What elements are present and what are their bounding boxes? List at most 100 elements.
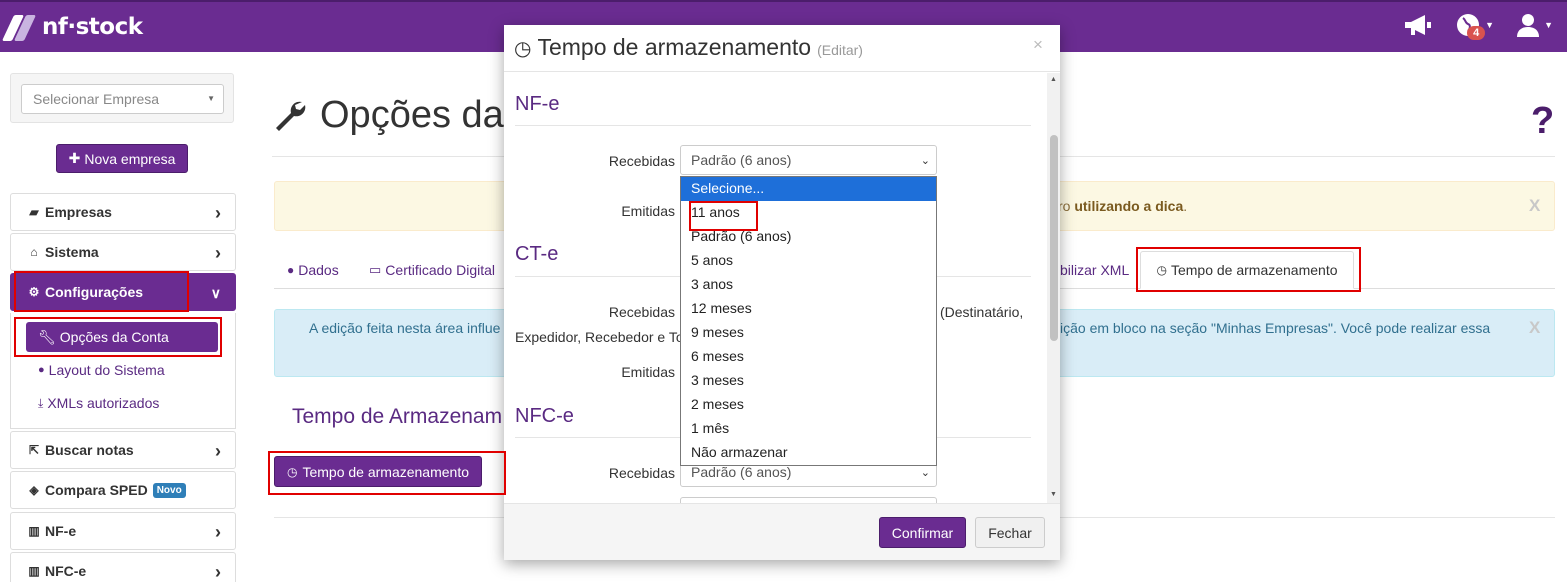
sidebar-item-buscar-notas[interactable]: ⇱ Buscar notas › [10, 431, 236, 469]
select-caret-icon: ▼ [207, 94, 215, 103]
tab-dados[interactable]: ● Dados [287, 262, 339, 278]
sidebar-item-label: Sistema [45, 244, 99, 260]
close-button[interactable]: Fechar [975, 517, 1045, 548]
chevron-down-icon: ⌄ [920, 155, 930, 167]
dropdown-option[interactable]: Selecione... [681, 177, 936, 201]
chevron-right-icon: › [215, 243, 221, 263]
chevron-down-icon: ▼ [1485, 20, 1495, 30]
nfe-recebidas-select[interactable]: Padrão (6 anos) ⌄ [680, 145, 937, 175]
section-nfe-title: NF-e [515, 93, 560, 115]
clock-icon: ◷ [286, 464, 298, 479]
submenu-item-xmls-autorizados[interactable]: ⤓ XMLs autorizados [38, 395, 159, 411]
sidebar-item-label: Configurações [45, 284, 144, 300]
nfstock-logo[interactable]: nf·stock [1, 10, 143, 44]
tab-disponibilizar-xml[interactable]: bilizar XML [1060, 262, 1129, 278]
nfe-emitidas-label: Emitidas [621, 203, 675, 219]
sidebar-item-configuracoes[interactable]: ⚙ Configurações ∨ [10, 273, 236, 311]
cte-recebidas-label: Recebidas [608, 304, 675, 320]
barcode-icon: ▥ [28, 524, 40, 538]
modal-header: ◷ Tempo de armazenamento (Editar) × [504, 25, 1060, 72]
sidebar-item-label: NF-e [45, 523, 77, 539]
tab-tempo-de-armazenamento[interactable]: ◷ Tempo de armazenamento [1140, 251, 1354, 289]
info-alert-text-right: ição em bloco na seção "Minhas Empresas"… [1060, 320, 1491, 336]
dropdown-option[interactable]: 3 anos [681, 273, 936, 297]
dropdown-option[interactable]: 11 anos [681, 201, 936, 225]
chevron-down-icon: ⌄ [920, 467, 930, 479]
company-select-placeholder: Selecionar Empresa [33, 91, 160, 107]
nfce-recebidas-label: Recebidas [608, 465, 675, 481]
select-value: Padrão (6 anos) [691, 152, 792, 168]
credit-card-icon: ▭ [369, 262, 382, 277]
tab-label: bilizar XML [1060, 262, 1130, 278]
tip-text-bold: utilizando a dica [1074, 198, 1184, 214]
company-selector-panel: Selecionar Empresa ▼ [10, 73, 234, 123]
notifications-globe-icon[interactable]: 4 ▼ [1455, 12, 1495, 40]
dropdown-option[interactable]: 1 mês [681, 417, 936, 441]
chevron-down-icon: ▼ [1544, 20, 1553, 30]
submenu-item-opcoes-da-conta[interactable]: 🔧︎ Opções da Conta [26, 322, 218, 352]
clock-icon: ◷ [514, 38, 532, 60]
dropdown-option[interactable]: 5 anos [681, 249, 936, 273]
tip-text-suffix: . [1183, 198, 1188, 214]
sidebar-item-nfce[interactable]: ▥ NFC-e › [10, 552, 236, 582]
modal-close-icon[interactable]: × [1033, 35, 1043, 55]
submenu-item-label: Opções da Conta [59, 329, 169, 345]
modal-title-text: Tempo de armazenamento [537, 34, 812, 60]
layers-icon: ◈ [29, 483, 39, 497]
sidebar-item-nfe[interactable]: ▥ NF-e › [10, 512, 236, 550]
modal-scrollbar[interactable]: ▲ ▼ [1047, 73, 1060, 503]
dropdown-option[interactable]: 2 meses [681, 393, 936, 417]
tab-label: Certificado Digital [385, 262, 496, 278]
dropdown-option[interactable]: 9 meses [681, 321, 936, 345]
tip-alert-close-button[interactable]: X [1529, 196, 1540, 216]
user-menu-icon[interactable]: ▼ [1516, 13, 1553, 37]
submenu-item-label: XMLs autorizados [47, 395, 160, 411]
tempo-armazenamento-button[interactable]: ◷ Tempo de armazenamento [274, 456, 482, 487]
wrench-icon [276, 101, 306, 131]
modal-footer: Confirmar Fechar [504, 503, 1060, 560]
help-question-icon[interactable]: ? [1531, 100, 1554, 143]
sidebar-item-sistema[interactable]: ⌂ Sistema › [10, 233, 236, 271]
dropdown-option[interactable]: 3 meses [681, 369, 936, 393]
chevron-down-icon: ∨ [210, 285, 221, 301]
sidebar-item-empresas[interactable]: ▰ Empresas › [10, 193, 236, 231]
info-alert-close-button[interactable]: X [1529, 318, 1540, 338]
dropdown-option[interactable]: Padrão (6 anos) [681, 225, 936, 249]
nfe-recebidas-label: Recebidas [608, 153, 675, 169]
sidebar-item-compara-sped[interactable]: ◈ Compara SPED Novo [10, 471, 236, 509]
new-company-label: Nova empresa [84, 150, 176, 167]
dropdown-option[interactable]: Não armazenar [681, 441, 936, 465]
download-icon: ⤓ [38, 395, 44, 410]
chevron-right-icon: › [215, 522, 221, 542]
tip-alert-text: ro utilizando a dica. [1058, 198, 1187, 214]
section-title: Tempo de Armazenam [292, 405, 503, 428]
scrollbar-thumb[interactable] [1050, 135, 1058, 341]
scroll-up-icon[interactable]: ▲ [1050, 76, 1057, 83]
clock-icon: ◷ [1156, 263, 1167, 277]
home-icon: ⌂ [30, 245, 38, 259]
scroll-down-icon[interactable]: ▼ [1050, 491, 1057, 498]
dropdown-option[interactable]: 6 meses [681, 345, 936, 369]
cte-recebidas-help-text-2: Expedidor, Recebedor e To [515, 329, 684, 345]
confirm-button[interactable]: Confirmar [879, 517, 966, 548]
submenu-item-layout-sistema[interactable]: ● Layout do Sistema [38, 362, 165, 378]
notification-count-badge: 4 [1467, 26, 1486, 40]
tab-certificado-digital[interactable]: ▭ Certificado Digital [369, 262, 495, 278]
chevron-right-icon: › [215, 441, 221, 461]
info-alert-text-left: A edição feita nesta área influe [309, 320, 501, 336]
tint-drop-icon: ● [38, 364, 45, 376]
announcements-megaphone-icon[interactable] [1403, 13, 1433, 37]
dropdown-option[interactable]: 12 meses [681, 297, 936, 321]
chevron-right-icon: › [215, 562, 221, 582]
cte-emitidas-label: Emitidas [621, 364, 675, 380]
cte-recebidas-help-text: (Destinatário, [940, 304, 1024, 320]
modal-title: ◷ Tempo de armazenamento (Editar) [514, 34, 863, 61]
tab-label: Dados [298, 262, 339, 278]
new-company-button[interactable]: ✚ Nova empresa [56, 144, 188, 173]
select-value: Padrão (6 anos) [691, 464, 792, 480]
wrench-icon: 🔧︎ [38, 328, 56, 345]
section-cte-title: CT-e [515, 243, 559, 265]
storage-time-dropdown-list[interactable]: Selecione... 11 anos Padrão (6 anos) 5 a… [680, 176, 937, 466]
barcode-icon: ▥ [28, 564, 40, 578]
company-select[interactable]: Selecionar Empresa ▼ [21, 84, 224, 114]
